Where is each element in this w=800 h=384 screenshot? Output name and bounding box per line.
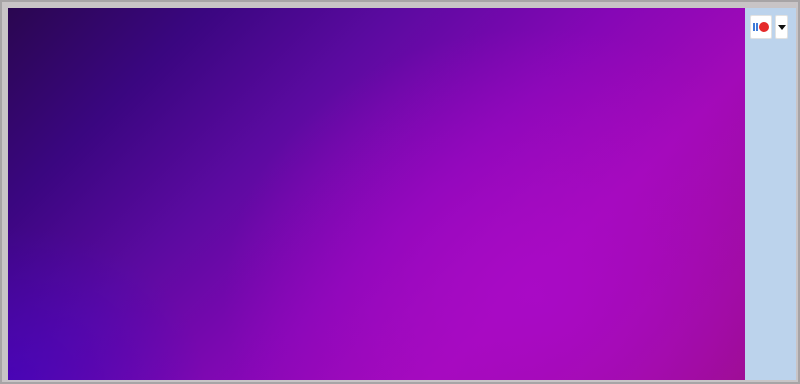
- extension-dropdown-button[interactable]: [775, 15, 788, 39]
- side-panel: [745, 8, 796, 380]
- caret-down-icon: [777, 24, 786, 30]
- extension-button[interactable]: [750, 15, 772, 39]
- window-frame: [0, 0, 800, 384]
- canvas-area[interactable]: [8, 8, 745, 380]
- record-extension-icon: [753, 22, 769, 32]
